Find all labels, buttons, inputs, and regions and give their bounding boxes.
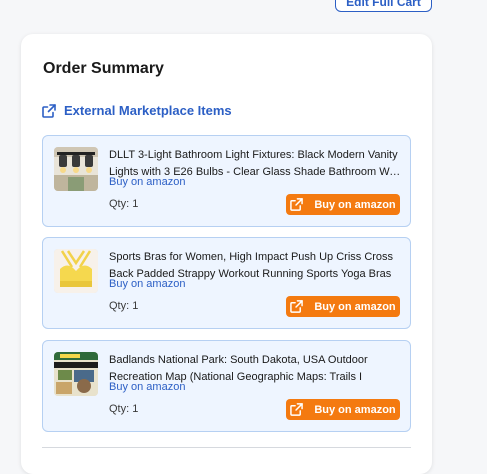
order-summary-card: Order Summary External Marketplace Items [21, 34, 432, 474]
external-link-icon [290, 300, 304, 313]
item-source-link[interactable]: Buy on amazon [109, 176, 185, 188]
order-summary-title: Order Summary [43, 60, 164, 77]
list-item: Sports Bras for Women, High Impact Push … [42, 237, 411, 329]
buy-on-amazon-button[interactable]: Buy on amazon [286, 296, 400, 317]
item-quantity: Qty: 1 [109, 300, 139, 312]
buy-on-amazon-button[interactable]: Buy on amazon [286, 194, 400, 215]
vanity-light-thumbnail[interactable] [54, 147, 98, 191]
item-quantity: Qty: 1 [109, 198, 139, 210]
external-link-icon [42, 103, 56, 118]
external-link-icon [290, 403, 304, 416]
item-source-link[interactable]: Buy on amazon [109, 381, 185, 393]
external-items-heading: External Marketplace Items [42, 103, 232, 118]
divider [42, 447, 411, 448]
item-quantity: Qty: 1 [109, 403, 139, 415]
section-label: External Marketplace Items [64, 103, 232, 118]
edit-full-cart-button[interactable]: Edit Full Cart [335, 0, 432, 12]
map-thumbnail[interactable] [54, 352, 98, 396]
list-item: Badlands National Park: South Dakota, US… [42, 340, 411, 432]
list-item: DLLT 3-Light Bathroom Light Fixtures: Bl… [42, 135, 411, 227]
buy-button-label: Buy on amazon [314, 300, 396, 313]
buy-button-label: Buy on amazon [314, 198, 396, 211]
sports-bra-thumbnail[interactable] [54, 249, 98, 293]
item-source-link[interactable]: Buy on amazon [109, 278, 185, 290]
external-link-icon [290, 198, 304, 211]
buy-button-label: Buy on amazon [314, 403, 396, 416]
buy-on-amazon-button[interactable]: Buy on amazon [286, 399, 400, 420]
